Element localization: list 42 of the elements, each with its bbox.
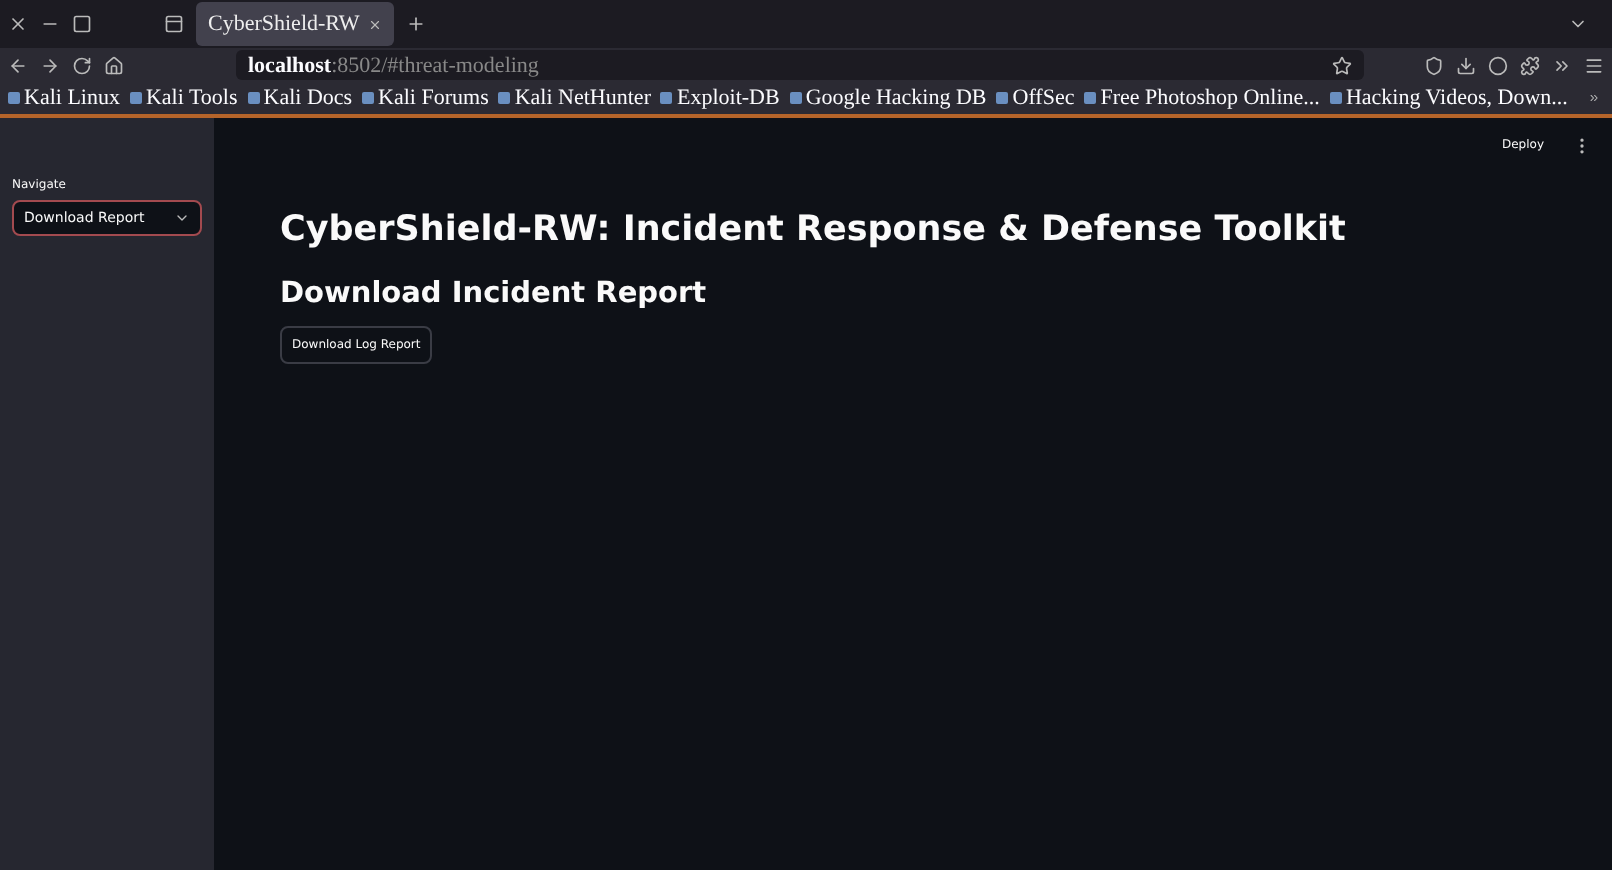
favicon-icon (660, 92, 673, 104)
favicon-icon (996, 92, 1009, 104)
download-icon[interactable] (1456, 55, 1476, 75)
chevron-down-icon (174, 210, 190, 226)
home-icon[interactable] (104, 55, 124, 75)
bookmark[interactable]: Free Photoshop Online... (1084, 86, 1320, 110)
bookmark[interactable]: Kali Docs (247, 86, 353, 110)
favicon-icon (247, 92, 260, 104)
favicon-icon (1329, 92, 1342, 104)
back-icon[interactable] (8, 55, 28, 75)
bookmark[interactable]: Google Hacking DB (789, 86, 987, 110)
bookmark[interactable]: Kali Linux (8, 86, 120, 110)
bookmark[interactable]: Exploit-DB (660, 86, 780, 110)
favicon-icon (129, 92, 142, 104)
bookmark[interactable]: Hacking Videos, Down... (1329, 86, 1568, 110)
page-title: CyberShield-RW: Incident Response & Defense Toolkit (280, 210, 1346, 250)
favicon-icon (1084, 92, 1097, 104)
tab-list-icon[interactable] (164, 14, 184, 34)
star-icon[interactable] (1332, 55, 1352, 75)
forward-icon[interactable] (40, 55, 60, 75)
more-tools-icon[interactable] (1552, 55, 1572, 75)
address-bar[interactable]: localhost:8502/#threat-modeling (236, 50, 1364, 80)
bookmark[interactable]: Kali Forums (362, 86, 489, 110)
browser-tab[interactable]: CyberShield-RW (196, 2, 394, 46)
favicon-icon (362, 92, 375, 104)
profile-icon[interactable] (1488, 55, 1508, 75)
shield-icon[interactable] (1424, 55, 1444, 75)
bookmark[interactable]: Kali Tools (129, 86, 238, 110)
reload-icon[interactable] (72, 55, 92, 75)
bookmark[interactable]: Kali NetHunter (498, 86, 651, 110)
menu-icon[interactable] (1584, 55, 1604, 75)
favicon-icon (789, 92, 802, 104)
close-icon[interactable] (8, 14, 28, 34)
bookmark[interactable]: OffSec (996, 86, 1075, 110)
restore-icon[interactable] (72, 14, 92, 34)
section-heading: Download Incident Report (280, 278, 707, 310)
address-text: localhost:8502/#threat-modeling (248, 53, 541, 77)
favicon-icon (498, 92, 511, 104)
extensions-icon[interactable] (1520, 55, 1540, 75)
favicon-icon (8, 92, 20, 104)
close-icon[interactable] (367, 17, 382, 31)
new-tab-icon[interactable] (405, 14, 426, 34)
